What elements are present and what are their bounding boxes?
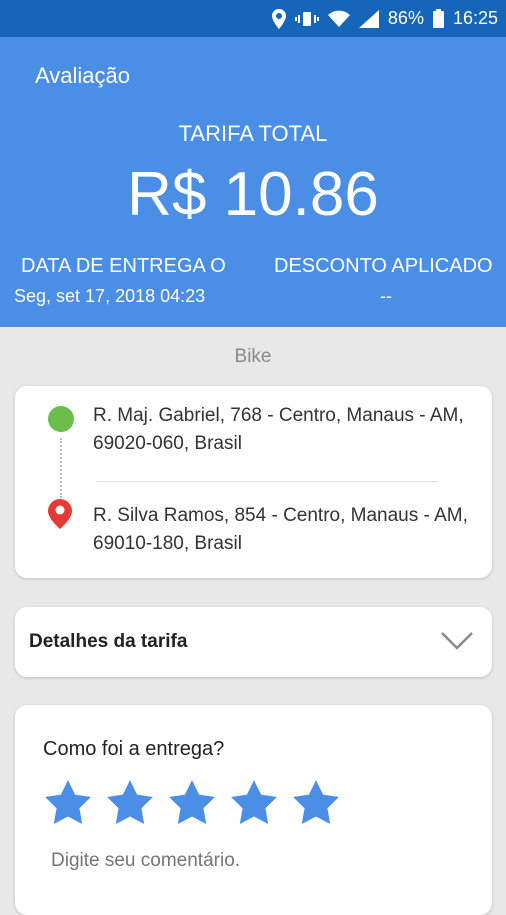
discount-label: DESCONTO APLICADO — [274, 255, 493, 277]
fare-header: Avaliação TARIFA TOTAL R$ 10.86 DATA DE … — [0, 37, 506, 327]
origin-address: R. Maj. Gabriel, 768 - Centro, Manaus - … — [93, 405, 464, 454]
vehicle-type: Bike — [234, 346, 272, 367]
wifi-icon — [327, 10, 350, 28]
fare-details-toggle[interactable]: Detalhes da tarifa — [15, 607, 492, 677]
rating-card: Como foi a entrega? — [15, 705, 492, 915]
signal-icon — [358, 9, 379, 28]
star-icon[interactable] — [291, 778, 341, 828]
status-icons: 86% 16:25 — [271, 0, 498, 37]
chevron-down-icon[interactable] — [440, 631, 474, 656]
star-icon[interactable] — [167, 778, 217, 828]
vibrate-icon — [294, 10, 319, 28]
origin-dot-icon — [48, 406, 74, 432]
clock: 16:25 — [452, 8, 498, 28]
address-divider — [97, 481, 438, 482]
location-icon — [271, 8, 286, 29]
comment-input[interactable] — [51, 850, 431, 872]
star-icon[interactable] — [229, 778, 279, 828]
star-icon[interactable] — [105, 778, 155, 828]
star-icon[interactable] — [43, 778, 93, 828]
fare-details-label: Detalhes da tarifa — [29, 631, 188, 652]
battery-icon — [432, 9, 444, 28]
delivery-date-label: DATA DE ENTREGA O — [21, 255, 226, 277]
route-connector — [60, 438, 62, 498]
destination-address: R. Silva Ramos, 854 - Centro, Manaus - A… — [93, 505, 468, 554]
page-title: Avaliação — [35, 63, 130, 88]
battery-percent: 86% — [387, 8, 424, 28]
discount-value: -- — [380, 286, 392, 306]
total-fare-value: R$ 10.86 — [127, 160, 379, 229]
delivery-date-value: Seg, set 17, 2018 04:23 — [14, 286, 206, 306]
status-bar: 86% 16:25 — [0, 0, 506, 37]
destination-pin-icon — [48, 499, 72, 534]
total-fare-label: TARIFA TOTAL — [178, 121, 328, 146]
route-card: R. Maj. Gabriel, 768 - Centro, Manaus - … — [15, 386, 492, 578]
star-rating[interactable] — [43, 778, 353, 828]
rating-question: Como foi a entrega? — [43, 738, 225, 760]
